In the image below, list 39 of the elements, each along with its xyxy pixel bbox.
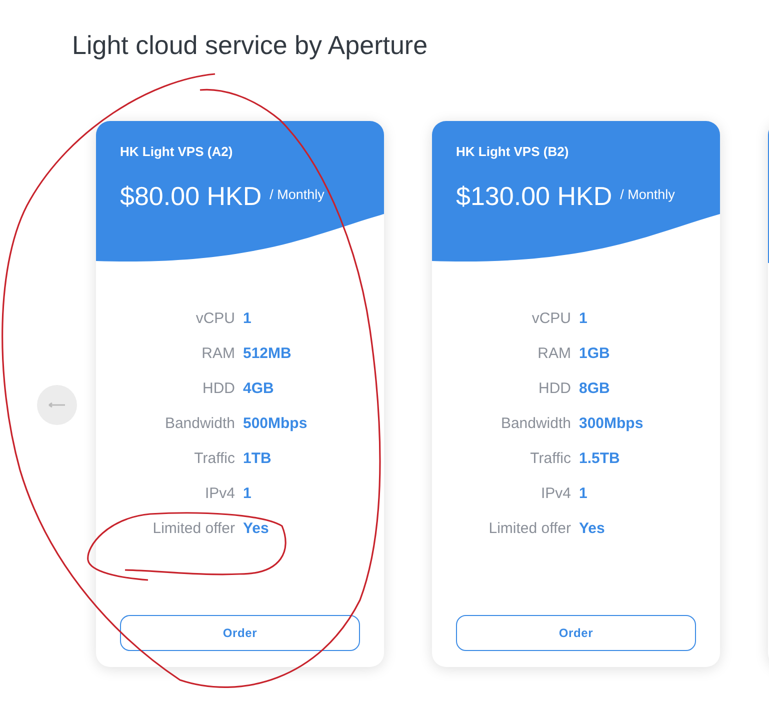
previous-button[interactable] — [37, 385, 77, 425]
plan-price: $130.00 HKD — [456, 181, 612, 212]
order-button[interactable]: Order — [456, 615, 696, 651]
spec-label: HDD — [202, 379, 235, 398]
spec-label: Bandwidth — [500, 414, 571, 433]
spec-value: 1TB — [243, 449, 272, 468]
spec-label: Traffic — [530, 449, 571, 468]
spec-label: IPv4 — [204, 484, 235, 503]
spec-label: vCPU — [532, 309, 571, 328]
spec-value: 1GB — [579, 344, 610, 363]
billing-period: / Monthly — [270, 187, 324, 202]
spec-label: RAM — [538, 344, 571, 363]
spec-value: Yes — [579, 519, 605, 538]
plan-name: HK Light VPS (B2) — [456, 144, 569, 159]
spec-value: 1 — [579, 309, 588, 328]
spec-value: 1 — [579, 484, 588, 503]
spec-label: RAM — [202, 344, 235, 363]
spec-value: 8GB — [579, 379, 610, 398]
spec-label: HDD — [538, 379, 571, 398]
left-arrow-icon — [48, 402, 66, 408]
spec-label: vCPU — [196, 309, 235, 328]
spec-value: 1 — [243, 309, 252, 328]
order-button[interactable]: Order — [120, 615, 360, 651]
spec-label: Traffic — [194, 449, 235, 468]
spec-value: 1.5TB — [579, 449, 620, 468]
spec-value: 1 — [243, 484, 252, 503]
spec-value: Yes — [243, 519, 269, 538]
spec-label: Bandwidth — [164, 414, 235, 433]
spec-value: 500Mbps — [243, 414, 308, 433]
spec-value: 512MB — [243, 344, 292, 363]
spec-label: Limited offer — [488, 519, 571, 538]
spec-value: 4GB — [243, 379, 274, 398]
spec-label: Limited offer — [152, 519, 235, 538]
plan-name: HK Light VPS (A2) — [120, 144, 233, 159]
plan-price: $80.00 HKD — [120, 181, 262, 212]
billing-period: / Monthly — [620, 187, 675, 202]
spec-label: IPv4 — [540, 484, 571, 503]
spec-value: 300Mbps — [579, 414, 644, 433]
page-heading: Light cloud service by Aperture — [72, 30, 428, 61]
